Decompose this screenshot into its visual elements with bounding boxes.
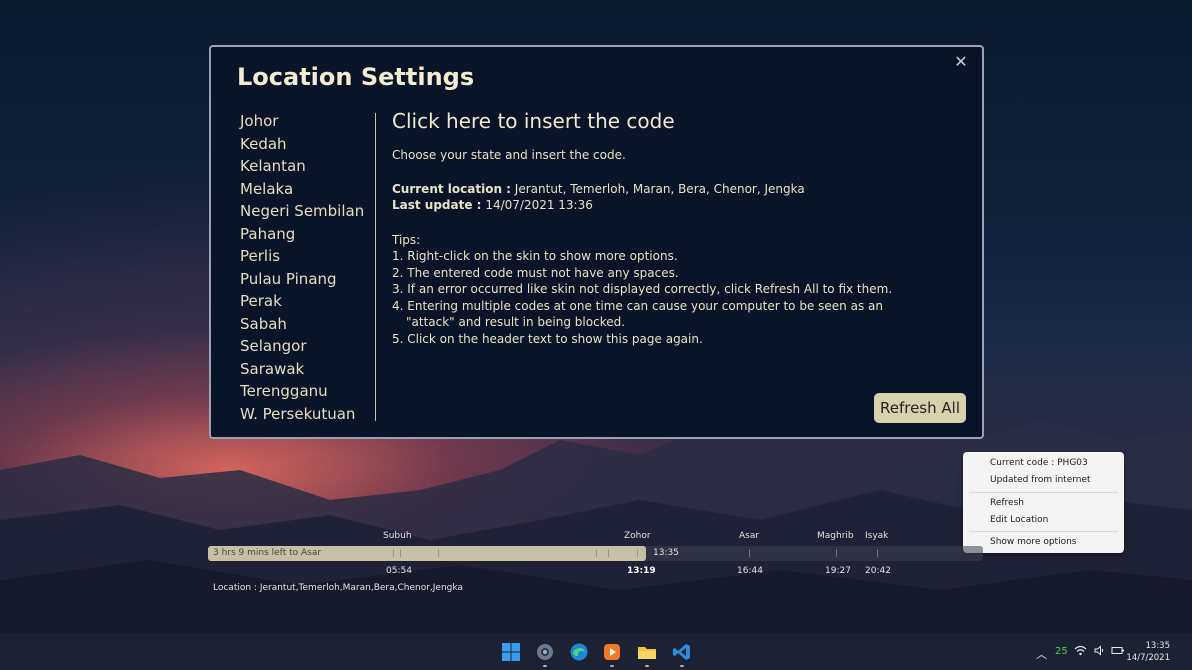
menu-item-edit-location[interactable]: Edit Location <box>990 515 1048 525</box>
prayer-tick <box>596 549 597 557</box>
menu-item-updated[interactable]: Updated from internet <box>990 475 1091 485</box>
last-update-value: 14/07/2021 13:36 <box>485 198 593 212</box>
tip-item: 2. The entered code must not have any sp… <box>392 265 679 280</box>
menu-separator <box>969 531 1118 532</box>
prayer-name-zohor: Zohor <box>624 531 651 541</box>
tray-number[interactable]: 25 <box>1055 646 1068 657</box>
prayer-time-isyak: 20:42 <box>865 566 891 576</box>
prayer-time-zohor: 13:19 <box>627 566 656 576</box>
state-item-perak[interactable]: Perak <box>240 290 364 313</box>
media-player-icon[interactable] <box>602 642 622 662</box>
prayer-time-subuh: 05:54 <box>386 566 412 576</box>
prayer-tick <box>749 549 750 557</box>
countdown-text: 3 hrs 9 mins left to Asar <box>213 548 322 558</box>
state-item-pahang[interactable]: Pahang <box>240 223 364 246</box>
state-item-sarawak[interactable]: Sarawak <box>240 358 364 381</box>
last-update-line: Last update : 14/07/2021 13:36 <box>392 197 962 214</box>
tips-section: Tips: 1. Right-click on the skin to show… <box>392 232 962 348</box>
tip-item: 5. Click on the header text to show this… <box>392 331 703 346</box>
running-indicator <box>610 665 614 667</box>
last-update-label: Last update : <box>392 198 482 212</box>
menu-item-refresh[interactable]: Refresh <box>990 498 1024 508</box>
prayer-name-isyak: Isyak <box>865 531 889 541</box>
location-info: Current location : Jerantut, Temerloh, M… <box>392 181 962 214</box>
prayer-tick <box>836 549 837 557</box>
file-explorer-icon[interactable] <box>637 642 657 662</box>
show-hidden-icons-chevron-icon[interactable]: ︿ <box>1036 646 1047 662</box>
current-location-label: Current location : <box>392 181 511 196</box>
menu-item-show-more[interactable]: Show more options <box>990 537 1076 547</box>
menu-item-current-code[interactable]: Current code : PHG03 <box>990 458 1088 468</box>
running-indicator <box>645 665 649 667</box>
menu-separator <box>969 492 1118 493</box>
edge-icon[interactable] <box>569 642 589 662</box>
prayer-tick <box>438 549 439 557</box>
settings-icon[interactable] <box>535 642 555 662</box>
state-item-melaka[interactable]: Melaka <box>240 178 364 201</box>
context-menu: Current code : PHG03 Updated from intern… <box>963 452 1124 553</box>
state-item-sabah[interactable]: Sabah <box>240 313 364 336</box>
prayer-time-asar: 16:44 <box>737 566 763 576</box>
location-settings-dialog: Location Settings ✕ Johor Kedah Kelantan… <box>209 45 984 439</box>
wifi-icon[interactable] <box>1074 645 1087 656</box>
state-item-w-persekutuan[interactable]: W. Persekutuan <box>240 403 364 426</box>
tip-item-continued: "attack" and result in being blocked. <box>406 315 626 329</box>
close-icon[interactable]: ✕ <box>952 53 970 71</box>
prayer-time-maghrib: 19:27 <box>825 566 851 576</box>
tip-item: 1. Right-click on the skin to show more … <box>392 249 678 263</box>
tip-item: 3. If an error occurred like skin not di… <box>392 282 893 296</box>
state-item-kedah[interactable]: Kedah <box>240 133 364 156</box>
state-list: Johor Kedah Kelantan Melaka Negeri Sembi… <box>240 110 364 425</box>
clock-date: 14/7/2021 <box>1126 653 1170 663</box>
dialog-title[interactable]: Location Settings <box>237 63 474 91</box>
tips-header: Tips: <box>392 232 421 247</box>
vertical-divider <box>375 113 376 421</box>
state-item-negeri-sembilan[interactable]: Negeri Sembilan <box>240 200 364 223</box>
settings-content: Click here to insert the code Choose you… <box>392 109 962 347</box>
current-location-line: Current location : Jerantut, Temerloh, M… <box>392 181 962 198</box>
prayer-name-maghrib: Maghrib <box>817 531 854 541</box>
prayer-name-asar: Asar <box>739 531 760 541</box>
battery-icon[interactable] <box>1111 645 1125 656</box>
insert-code-link[interactable]: Click here to insert the code <box>392 109 962 133</box>
refresh-all-button[interactable]: Refresh All <box>874 393 966 423</box>
state-item-selangor[interactable]: Selangor <box>240 335 364 358</box>
volume-icon[interactable] <box>1094 645 1105 656</box>
prayer-name-subuh: Subuh <box>383 531 412 541</box>
taskbar-clock[interactable]: 13:35 14/7/2021 <box>1126 640 1170 664</box>
state-item-kelantan[interactable]: Kelantan <box>240 155 364 178</box>
state-item-pulau-pinang[interactable]: Pulau Pinang <box>240 268 364 291</box>
description-text: Choose your state and insert the code. <box>392 148 626 162</box>
vscode-icon[interactable] <box>672 642 692 662</box>
prayer-tick <box>608 549 609 557</box>
prayer-tick <box>637 549 638 557</box>
taskbar <box>0 633 1192 670</box>
tip-item: 4. Entering multiple codes at one time c… <box>392 298 883 313</box>
state-item-terengganu[interactable]: Terengganu <box>240 380 364 403</box>
prayer-tick <box>877 549 878 557</box>
running-indicator <box>680 665 684 667</box>
current-time-marker: 13:35 <box>653 548 679 558</box>
prayer-location-text: Location : Jerantut,Temerloh,Maran,Bera,… <box>213 583 463 593</box>
windows-start-icon[interactable] <box>501 642 521 662</box>
prayer-tick <box>400 549 401 557</box>
clock-time: 13:35 <box>1145 641 1171 651</box>
running-indicator <box>543 665 547 667</box>
state-item-perlis[interactable]: Perlis <box>240 245 364 268</box>
current-location-value: Jerantut, Temerloh, Maran, Bera, Chenor,… <box>514 181 805 196</box>
prayer-tick <box>393 549 394 557</box>
state-item-johor[interactable]: Johor <box>240 110 364 133</box>
